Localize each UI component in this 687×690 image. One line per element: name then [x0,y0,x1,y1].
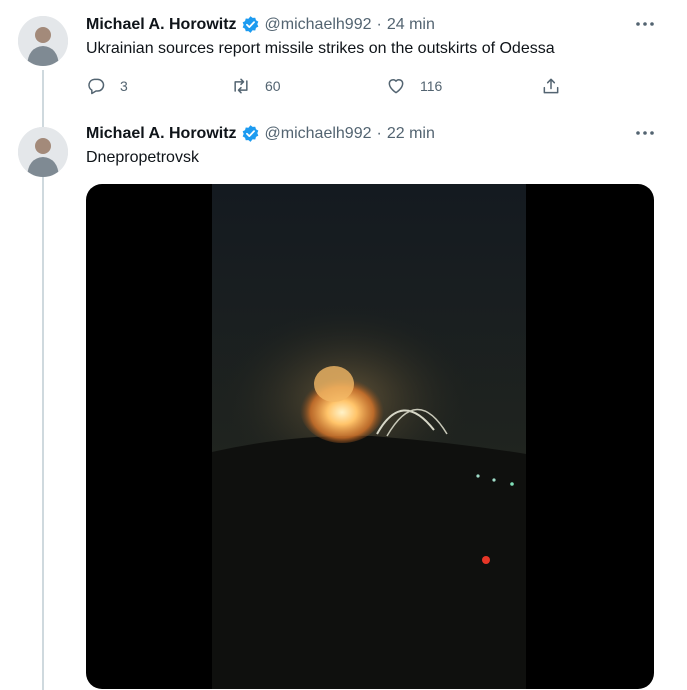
retweet-icon [234,78,248,94]
author-name[interactable]: Michael A. Horowitz [86,16,237,34]
like-button[interactable]: 116 [386,76,442,96]
verified-badge-icon [241,124,260,143]
reply-count: 3 [120,78,128,94]
author-name[interactable]: Michael A. Horowitz [86,125,237,143]
verified-badge-icon [241,15,260,34]
tweet-header: Michael A. Horowitz @michaelh992 · 22 mi… [86,124,435,143]
video-player[interactable] [86,184,654,689]
tweet[interactable]: Michael A. Horowitz @michaelh992 · 24 mi… [0,0,687,120]
tweet[interactable]: Michael A. Horowitz @michaelh992 · 22 mi… [0,120,687,689]
author-handle[interactable]: @michaelh992 [265,16,372,34]
timestamp[interactable]: 24 min [387,16,435,34]
like-count: 116 [420,78,443,94]
tweet-actions: 3 60 116 [86,76,566,98]
retweet-button[interactable]: 60 [231,76,281,96]
share-button[interactable] [541,76,575,96]
separator-dot: · [376,124,382,142]
avatar[interactable] [18,127,68,177]
separator-dot: · [376,15,382,33]
more-horizontal-icon[interactable] [633,123,657,143]
timestamp[interactable]: 22 min [387,125,435,143]
avatar[interactable] [18,16,68,66]
heart-icon [388,79,404,94]
tweet-header: Michael A. Horowitz @michaelh992 · 24 mi… [86,15,435,34]
retweet-count: 60 [265,78,281,94]
share-icon [543,78,559,94]
tweet-text: Ukrainian sources report missile strikes… [86,40,555,57]
tweet-text: Dnepropetrovsk [86,149,199,166]
more-horizontal-icon[interactable] [633,14,657,34]
author-handle[interactable]: @michaelh992 [265,125,372,143]
reply-icon [88,78,105,95]
video-frame [212,184,526,689]
reply-button[interactable]: 3 [86,76,128,96]
